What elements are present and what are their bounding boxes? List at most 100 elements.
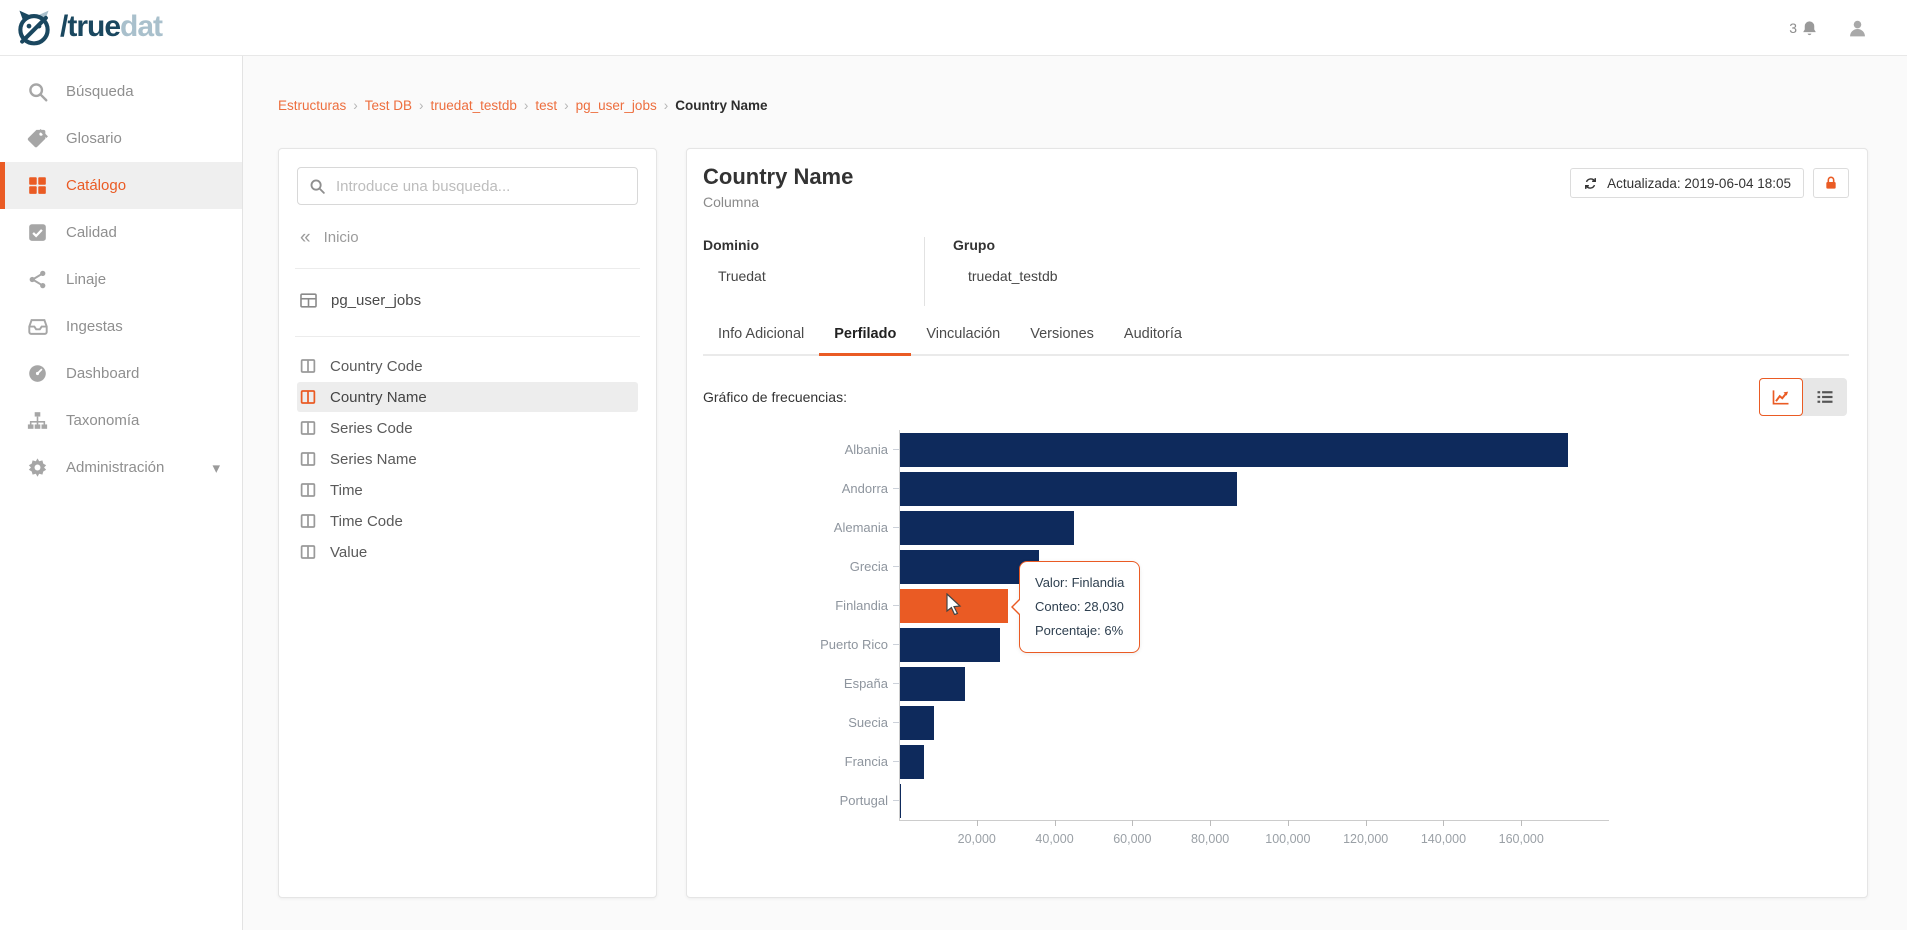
- tree-item-column-value[interactable]: Value: [297, 537, 638, 567]
- category-label: Alemania: [833, 520, 888, 535]
- tree-item-column-country-name[interactable]: Country Name: [297, 382, 638, 412]
- sidebar-item-catalogo[interactable]: Catálogo: [0, 162, 242, 209]
- tab-perfilado[interactable]: Perfilado: [819, 316, 912, 356]
- breadcrumb-separator: ›: [419, 98, 424, 113]
- sidebar-item-taxonomia[interactable]: Taxonomía: [0, 397, 242, 444]
- tree-item-column-country-code[interactable]: Country Code: [297, 351, 638, 381]
- breadcrumb-link[interactable]: Estructuras: [278, 98, 346, 113]
- tab-auditoria[interactable]: Auditoría: [1109, 316, 1197, 354]
- domain-value: Truedat: [718, 268, 766, 284]
- y-axis-line: [899, 430, 900, 820]
- tab-vinculacion[interactable]: Vinculación: [911, 316, 1015, 354]
- chart-row: Andorra: [703, 469, 1867, 508]
- tree-item-column-series-code[interactable]: Series Code: [297, 413, 638, 443]
- column-icon: [299, 357, 330, 375]
- bar-francia[interactable]: [899, 744, 925, 779]
- breadcrumb-link[interactable]: pg_user_jobs: [576, 98, 657, 113]
- x-tick-label: 140,000: [1420, 832, 1467, 846]
- inbox-icon: [27, 316, 49, 338]
- bar-espana[interactable]: [899, 666, 966, 701]
- breadcrumb-link[interactable]: test: [535, 98, 557, 113]
- mouse-cursor: [946, 593, 962, 615]
- breadcrumb-separator: ›: [564, 98, 569, 113]
- refresh-icon: [1583, 176, 1598, 191]
- sidebar-item-ingestas[interactable]: Ingestas: [0, 303, 242, 350]
- breadcrumb-separator: ›: [663, 98, 669, 113]
- sidebar-item-label: Búsqueda: [66, 83, 134, 100]
- updated-timestamp: Actualizada: 2019-06-04 18:05: [1607, 175, 1791, 191]
- sidebar-item-busqueda[interactable]: Búsqueda: [0, 68, 242, 115]
- bar-albania[interactable]: [899, 432, 1568, 467]
- list-icon: [1817, 391, 1833, 403]
- sidebar-item-administracion[interactable]: Administración ▾: [0, 444, 242, 491]
- back-to-home-link[interactable]: « Inicio: [300, 228, 638, 247]
- chart-view-button[interactable]: [1759, 378, 1803, 416]
- tab-versiones[interactable]: Versiones: [1015, 316, 1109, 354]
- chart-row: Suecia: [703, 703, 1867, 742]
- frequency-bar-chart: Albania Andorra Alemania Grecia Finlandia Pue…: [703, 430, 1867, 870]
- column-icon: [299, 419, 330, 437]
- back-label: Inicio: [323, 229, 359, 246]
- bar-puerto-rico[interactable]: [899, 627, 1001, 662]
- breadcrumb-link[interactable]: truedat_testdb: [431, 98, 517, 113]
- refresh-updated-button[interactable]: Actualizada: 2019-06-04 18:05: [1570, 168, 1804, 198]
- gear-icon: [27, 457, 49, 479]
- bar-andorra[interactable]: [899, 471, 1238, 506]
- detail-tabs: Info Adicional Perfilado Vinculación Versio…: [703, 316, 1849, 356]
- domain-label: Dominio: [703, 237, 759, 253]
- sidebar-item-calidad[interactable]: Calidad: [0, 209, 242, 256]
- bar-suecia[interactable]: [899, 705, 934, 740]
- chart-rows: Albania Andorra Alemania Grecia Finlandia Pue…: [703, 430, 1867, 820]
- x-axis-line: [899, 820, 1609, 821]
- divider: [295, 268, 640, 269]
- column-icon: [299, 388, 330, 406]
- tooltip-count-line: Conteo: 28,030: [1035, 598, 1124, 614]
- column-label: Value: [330, 543, 368, 561]
- bar-grecia[interactable]: [899, 549, 1039, 584]
- chart-row: Puerto Rico: [703, 625, 1867, 664]
- category-label: Albania: [844, 442, 888, 457]
- x-tick-mark: [1132, 820, 1134, 826]
- confidential-lock-button[interactable]: [1813, 168, 1849, 198]
- notifications-button[interactable]: 3: [1789, 19, 1819, 38]
- bar-alemania[interactable]: [899, 510, 1074, 545]
- x-tick-label: 120,000: [1343, 832, 1389, 846]
- breadcrumb-separator: ›: [523, 98, 529, 113]
- sidebar-item-glosario[interactable]: Glosario: [0, 115, 242, 162]
- group-field: Grupo truedat_testdb: [925, 237, 1147, 306]
- list-view-button[interactable]: [1803, 378, 1847, 416]
- sidebar-item-linaje[interactable]: Linaje: [0, 256, 242, 303]
- chart-row: Finlandia: [703, 586, 1867, 625]
- search-icon: [310, 179, 325, 194]
- x-tick-mark: [1521, 820, 1523, 826]
- search-input[interactable]: [336, 177, 626, 195]
- user-menu-button[interactable]: [1847, 18, 1868, 39]
- app-root: /truedat 3 Búsqueda Glosario Catálogo Calid…: [0, 0, 1907, 930]
- group-label: Grupo: [953, 237, 995, 253]
- truedat-logo[interactable]: /truedat: [14, 7, 163, 47]
- column-label: Country Code: [330, 357, 423, 375]
- tab-info-adicional[interactable]: Info Adicional: [703, 316, 819, 354]
- column-label: Time: [330, 481, 363, 499]
- frequency-chart-label: Gráfico de frecuencias:: [703, 389, 847, 405]
- tree-item-column-time[interactable]: Time: [297, 475, 638, 505]
- sitemap-icon: [27, 410, 49, 432]
- tree-item-column-time-code[interactable]: Time Code: [297, 506, 638, 536]
- column-icon: [299, 450, 330, 468]
- column-icon: [299, 543, 330, 561]
- chart-tooltip: Valor: Finlandia Conteo: 28,030 Porcenta…: [1011, 560, 1141, 653]
- double-chevron-left-icon: «: [300, 227, 311, 248]
- tree-item-table[interactable]: pg_user_jobs: [299, 285, 638, 315]
- structure-tree-panel: « Inicio pg_user_jobs Country CodeCountr…: [278, 148, 657, 898]
- breadcrumb-link[interactable]: Test DB: [365, 98, 412, 113]
- tree-item-column-series-name[interactable]: Series Name: [297, 444, 638, 474]
- sidebar-item-label: Administración: [66, 459, 165, 476]
- category-label: Puerto Rico: [820, 637, 888, 652]
- column-list: Country Code Country Name Series Code Serie…: [297, 351, 638, 567]
- chart-row: Portugal: [703, 781, 1867, 820]
- sidebar-item-dashboard[interactable]: Dashboard: [0, 350, 242, 397]
- owl-logo-icon: [18, 10, 50, 46]
- chart-row: Francia: [703, 742, 1867, 781]
- tree-search-box: [297, 167, 638, 205]
- column-label: Country Name: [330, 388, 427, 406]
